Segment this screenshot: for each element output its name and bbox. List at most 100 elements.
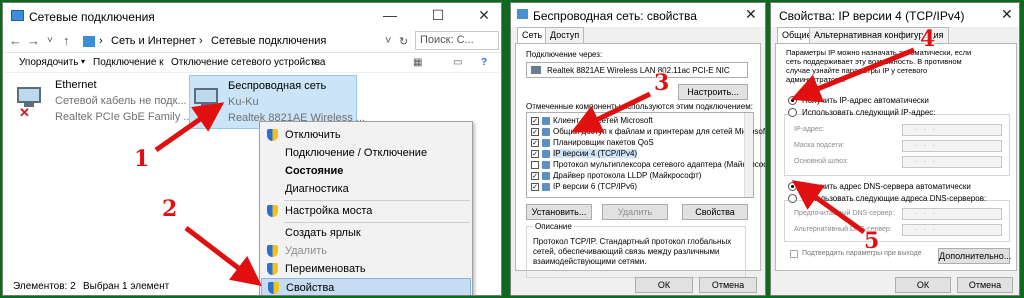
preview-pane-icon[interactable]: ▭ <box>453 57 462 68</box>
manual-dns-label: Использовать следующие адреса DNS-сервер… <box>802 194 987 203</box>
gateway-label: Основной шлюз: <box>794 158 849 165</box>
refresh-icon[interactable]: ↻ <box>399 35 408 48</box>
ok-button[interactable]: ОК <box>635 277 693 293</box>
component-icon <box>542 139 550 147</box>
configure-button[interactable]: Настроить... <box>678 84 748 100</box>
gateway-field[interactable]: ... <box>902 156 1002 168</box>
more-button[interactable]: » <box>311 57 317 68</box>
title-bar: Свойства: IP версии 4 (TCP/IPv4) ✕ <box>771 3 1019 27</box>
minimize-button[interactable]: — <box>375 7 405 23</box>
view-options-icon[interactable]: ▦ <box>413 57 422 68</box>
breadcrumb-connections[interactable]: Сетевые подключения <box>211 35 326 47</box>
network-adapter-icon <box>17 87 41 107</box>
component-properties-button[interactable]: Свойства <box>682 204 748 220</box>
validate-checkbox[interactable] <box>790 250 798 258</box>
auto-ip-label: Получить IP-адрес автоматически <box>802 96 929 105</box>
manual-dns-radio[interactable] <box>788 194 797 203</box>
shield-icon <box>267 263 278 275</box>
description-header: Описание <box>533 222 574 232</box>
tab-sharing[interactable]: Доступ <box>545 27 585 43</box>
checkbox[interactable]: ✓ <box>531 117 539 125</box>
status-bar: Элементов: 2 Выбран 1 элемент <box>3 277 501 295</box>
title-bar: Беспроводная сеть: свойства ✕ <box>511 3 765 27</box>
auto-ip-radio[interactable] <box>788 96 797 105</box>
menu-item-status[interactable]: Состояние <box>261 162 471 180</box>
ip-address-field[interactable]: ... <box>902 124 1002 136</box>
checkbox[interactable]: ✓ <box>531 128 539 136</box>
component-label: Общий доступ к файлам и принтерам для се… <box>553 127 766 136</box>
menu-item-delete[interactable]: Удалить <box>261 242 471 260</box>
dropdown-icon[interactable]: ˅ <box>385 35 391 47</box>
uninstall-button[interactable]: Удалить <box>602 204 668 220</box>
ipv4-properties-dialog: Свойства: IP версии 4 (TCP/IPv4) ✕ Общие… <box>770 2 1020 296</box>
scrollbar[interactable] <box>744 113 753 197</box>
selection-count: Выбран 1 элемент <box>83 281 170 292</box>
wireless-properties-dialog: Беспроводная сеть: свойства ✕ Сеть Досту… <box>510 2 766 296</box>
item-count: Элементов: 2 <box>13 281 76 292</box>
connect-to-button[interactable]: Подключение к <box>93 57 164 68</box>
install-button[interactable]: Установить... <box>526 204 592 220</box>
window-title: Сетевые подключения <box>29 10 155 24</box>
annotation-number: 5 <box>864 228 880 254</box>
organize-button[interactable]: Упорядочить <box>19 57 79 68</box>
chevron-right-icon: › <box>199 35 203 47</box>
advanced-button[interactable]: Дополнительно... <box>938 248 1011 264</box>
close-button[interactable]: ✕ <box>1001 6 1013 23</box>
context-menu: Отключить Подключение / Отключение Состо… <box>259 121 473 295</box>
components-list[interactable]: ✓ Клиент для сетей Microsoft ✓ Общий досту… <box>526 112 765 198</box>
menu-item-bridge[interactable]: Настройка моста <box>261 202 471 220</box>
auto-dns-radio[interactable] <box>788 182 797 191</box>
cancel-button[interactable]: Отмена <box>699 277 757 293</box>
menu-item-label: Переименовать <box>285 263 366 275</box>
wireless-adapter-icon <box>194 88 218 108</box>
back-icon[interactable]: ← <box>9 33 22 48</box>
subnet-mask-label: Маска подсети: <box>794 142 845 149</box>
menu-item-diagnose[interactable]: Диагностика <box>261 180 471 198</box>
menu-item-label: Удалить <box>285 245 327 257</box>
close-button[interactable]: ✕ <box>745 6 757 23</box>
forward-icon[interactable]: → <box>27 33 40 48</box>
shield-icon <box>267 245 278 257</box>
help-icon[interactable]: ? <box>481 57 487 68</box>
alternate-dns-field[interactable]: ... <box>902 224 1002 236</box>
menu-item-rename[interactable]: Переименовать <box>261 260 471 278</box>
search-input[interactable]: Поиск: С... <box>415 31 499 50</box>
checkbox[interactable]: ✓ <box>531 150 539 158</box>
menu-item-connect-disconnect[interactable]: Подключение / Отключение <box>261 144 471 162</box>
network-icon <box>517 9 528 19</box>
ethernet-connection[interactable]: ✕ Ethernet Сетевой кабель не подк... Rea… <box>17 79 193 127</box>
ok-button[interactable]: ОК <box>895 277 951 293</box>
components-label: Отмеченные компоненты используются этим … <box>526 102 753 111</box>
menu-separator <box>284 222 470 223</box>
menu-item-label: Создать ярлык <box>285 227 361 239</box>
dialog-title: Беспроводная сеть: свойства <box>533 9 697 23</box>
manual-ip-radio[interactable] <box>788 108 797 117</box>
checkbox[interactable] <box>531 161 539 169</box>
connection-name: Ethernet <box>55 79 97 91</box>
disable-device-button[interactable]: Отключение сетевого устройства <box>171 57 326 68</box>
control-panel-icon <box>83 36 95 47</box>
menu-item-disable[interactable]: Отключить <box>261 126 471 144</box>
component-label: Драйвер протокола LLDP (Майкрософт) <box>553 171 702 180</box>
component-label: Протокол мультиплексора сетевого адаптер… <box>553 160 766 169</box>
preferred-dns-field[interactable]: ... <box>902 208 1002 220</box>
network-folder-icon <box>11 10 24 21</box>
menu-item-shortcut[interactable]: Создать ярлык <box>261 224 471 242</box>
description-group: Описание Протокол TCP/IP. Стандартный пр… <box>526 222 746 278</box>
close-button[interactable]: ✕ <box>469 7 499 24</box>
tab-network[interactable]: Сеть <box>517 27 548 44</box>
checkbox[interactable]: ✓ <box>531 139 539 147</box>
connect-using-label: Подключение через: <box>526 50 603 59</box>
breadcrumb-network[interactable]: Сеть и Интернет <box>111 35 196 47</box>
chevron-down-icon[interactable]: ˅ <box>47 35 53 46</box>
maximize-button[interactable]: ☐ <box>423 7 453 24</box>
menu-item-label: Состояние <box>285 165 344 177</box>
component-icon <box>542 150 550 158</box>
subnet-mask-field[interactable]: ... <box>902 140 1002 152</box>
cancel-button[interactable]: Отмена <box>957 277 1013 293</box>
shield-icon <box>267 129 278 141</box>
checkbox[interactable]: ✓ <box>531 172 539 180</box>
up-icon[interactable]: ↑ <box>63 33 70 48</box>
adapter-name: Realtek 8821AE Wireless LAN 802.11ac PCI… <box>547 66 730 75</box>
checkbox[interactable]: ✓ <box>531 183 539 191</box>
